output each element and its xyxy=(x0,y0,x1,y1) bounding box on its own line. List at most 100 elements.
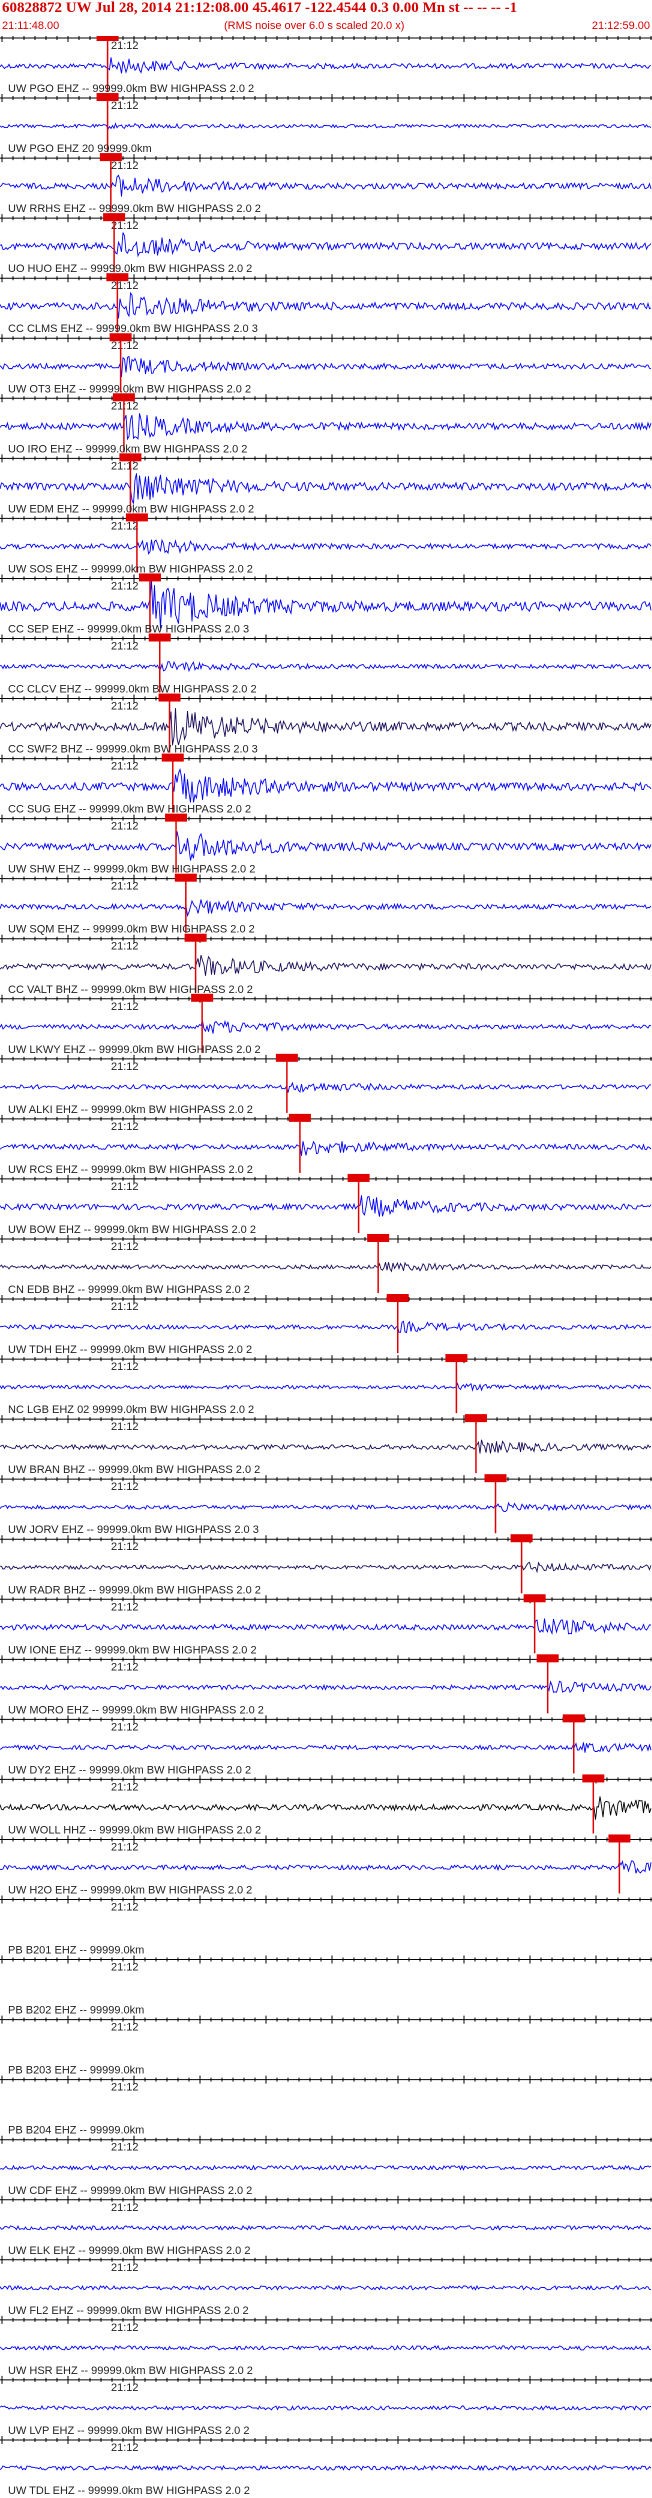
pick-flag xyxy=(288,1113,311,1122)
station-label: UW RADR BHZ -- 99999.0km BW HIGHPASS 2.0… xyxy=(8,1584,261,1596)
trace-row: 21:12 PB B203 EHZ -- 99999.0km xyxy=(0,2015,652,2077)
trace-row: 21:12 CC CLMS EHZ -- 99999.0km BW HIGHPAS… xyxy=(0,273,652,335)
time-mark-label: 21:12 xyxy=(111,1121,139,1133)
pick-flag xyxy=(174,873,197,882)
pick-flag xyxy=(184,933,207,942)
time-mark-label: 21:12 xyxy=(111,881,139,893)
trace-row: 21:12 CC SWF2 BHZ -- 99999.0km BW HIGHPAS… xyxy=(0,693,652,756)
pick-flag xyxy=(347,1173,370,1182)
time-mark-label: 21:12 xyxy=(111,2382,139,2394)
waveform xyxy=(0,2284,652,2291)
waveform xyxy=(0,660,652,673)
time-mark-label: 21:12 xyxy=(111,701,139,713)
time-mark-label: 21:12 xyxy=(111,1721,139,1733)
trace-row: 21:12 UW RRHS EHZ -- 99999.0km BW HIGHPAS… xyxy=(0,153,652,215)
trace-row: 21:12 PB B201 EHZ -- 99999.0km xyxy=(0,1895,652,1957)
trace-row: 21:12 UW TDH EHZ -- 99999.0km BW HIGHPASS… xyxy=(0,1294,652,1356)
waveform xyxy=(0,1501,652,1512)
waveform xyxy=(0,1618,652,1636)
station-label: UW SOS EHZ -- 99999.0km BW HIGHPASS 2.0 … xyxy=(8,563,253,575)
pick-flag xyxy=(523,1594,546,1603)
waveform xyxy=(0,1439,652,1454)
time-mark-label: 21:12 xyxy=(111,640,139,652)
trace-row: 21:12 UW BOW EHZ -- 99999.0km BW HIGHPASS… xyxy=(0,1173,652,1236)
station-label: UW HSR EHZ -- 99999.0km BW HIGHPASS 2.0 … xyxy=(8,2365,253,2377)
time-mark-label: 21:12 xyxy=(111,941,139,953)
station-label: UW PGO EHZ -- 99999.0km BW HIGHPASS 2.0 … xyxy=(8,83,254,95)
station-label: UW ALKI EHZ -- 99999.0km BW HIGHPASS 2.0… xyxy=(8,1104,253,1116)
time-mark-label: 21:12 xyxy=(111,40,139,52)
time-mark-label: 21:12 xyxy=(111,1481,139,1493)
time-mark-label: 21:12 xyxy=(111,2082,139,2094)
station-label: CC SUG EHZ -- 99999.0km BW HIGHPASS 2.0 … xyxy=(8,804,251,816)
waveform xyxy=(0,413,652,441)
station-label: UW SHW EHZ -- 99999.0km BW HIGHPASS 2.0 … xyxy=(8,864,255,876)
trace-row: 21:12 UW LKWY EHZ -- 99999.0km BW HIGHPAS… xyxy=(0,993,652,1056)
station-label: CC CLMS EHZ -- 99999.0km BW HIGHPASS 2.0… xyxy=(8,323,258,335)
waveform xyxy=(0,1860,652,1874)
waveform xyxy=(0,538,652,555)
station-label: PB B203 EHZ -- 99999.0km xyxy=(8,2065,144,2077)
trace-row: 21:12 CC SEP EHZ -- 99999.0km BW HIGHPASS… xyxy=(0,573,652,635)
pick-flag xyxy=(148,633,171,642)
waveform xyxy=(0,899,652,918)
station-label: UW RCS EHZ -- 99999.0km BW HIGHPASS 2.0 … xyxy=(8,1164,253,1176)
station-label: CN EDB BHZ -- 99999.0km BW HIGHPASS 2.0 … xyxy=(8,1284,250,1296)
waveform xyxy=(0,708,652,746)
pick-flag xyxy=(464,1414,487,1423)
time-mark-label: 21:12 xyxy=(111,520,139,532)
pick-flag xyxy=(161,753,184,762)
station-label: CC CLCV EHZ -- 99999.0km BW HIGHPASS 2.0… xyxy=(8,684,257,696)
trace-row: 21:12 CC SUG EHZ -- 99999.0km BW HIGHPASS… xyxy=(0,753,652,816)
station-label: PB B204 EHZ -- 99999.0km xyxy=(8,2125,144,2137)
waveform xyxy=(0,1195,652,1217)
station-label: UW SQM EHZ -- 99999.0km BW HIGHPASS 2.0 … xyxy=(8,924,255,936)
trace-row: 21:12 NC LGB EHZ 02 99999.0km BW HIGHPASS… xyxy=(0,1354,652,1416)
pick-flag xyxy=(510,1534,533,1543)
trace-row: 21:12 UW JORV EHZ -- 99999.0km BW HIGHPAS… xyxy=(0,1474,652,1536)
trace-row: 21:12 UW TDL EHZ -- 99999.0km BW HIGHPASS… xyxy=(0,2435,652,2497)
waveform xyxy=(0,57,652,74)
waveform xyxy=(0,1561,652,1574)
waveform xyxy=(0,1796,652,1820)
station-label: CC SWF2 BHZ -- 99999.0km BW HIGHPASS 2.0… xyxy=(8,744,258,756)
time-mark-label: 21:12 xyxy=(111,1181,139,1193)
end-time: 21:12:59.00 xyxy=(591,20,650,32)
pick-flag xyxy=(103,213,126,222)
pick-flag xyxy=(119,453,142,462)
waveform xyxy=(0,580,652,629)
time-mark-label: 21:12 xyxy=(111,1661,139,1673)
waveform xyxy=(0,291,652,319)
pick-flag xyxy=(96,93,119,102)
rms-note: (RMS noise over 6.0 s scaled 20.0 x) xyxy=(224,20,405,32)
time-mark-label: 21:12 xyxy=(111,160,139,172)
trace-row: 21:12 UW IONE EHZ -- 99999.0km BW HIGHPAS… xyxy=(0,1594,652,1656)
time-mark-label: 21:12 xyxy=(111,2202,139,2214)
waveform xyxy=(0,1320,652,1334)
start-time: 21:11:48.00 xyxy=(2,20,60,32)
waveform xyxy=(0,2224,652,2231)
waveform xyxy=(0,1680,652,1694)
time-mark-label: 21:12 xyxy=(111,1301,139,1313)
time-mark-label: 21:12 xyxy=(111,1001,139,1013)
pick-flag xyxy=(109,333,132,342)
trace-row: 21:12 UW SOS EHZ -- 99999.0km BW HIGHPASS… xyxy=(0,513,652,575)
time-mark-label: 21:12 xyxy=(111,2322,139,2334)
time-mark-label: 21:12 xyxy=(111,460,139,472)
station-label: UW CDF EHZ -- 99999.0km BW HIGHPASS 2.0 … xyxy=(8,2185,252,2197)
trace-row: 21:12 UW ELK EHZ -- 99999.0km BW HIGHPASS… xyxy=(0,2195,652,2257)
event-title: 60828872 UW Jul 28, 2014 21:12:08.00 45.… xyxy=(2,0,518,16)
trace-row: 21:12 UW WOLL HHZ -- 99999.0km BW HIGHPAS… xyxy=(0,1774,652,1836)
pick-flag xyxy=(125,513,148,522)
trace-row: 21:12 UW SQM EHZ -- 99999.0km BW HIGHPASS… xyxy=(0,873,652,936)
trace-row: 21:12 PB B202 EHZ -- 99999.0km xyxy=(0,1955,652,2017)
waveform xyxy=(0,2404,652,2411)
station-label: UW MORO EHZ -- 99999.0km BW HIGHPASS 2.0… xyxy=(8,1704,264,1716)
waveform xyxy=(0,1140,652,1156)
station-label: UW BRAN BHZ -- 99999.0km BW HIGHPASS 2.0… xyxy=(8,1464,260,1476)
pick-flag xyxy=(158,693,181,702)
time-mark-label: 21:12 xyxy=(111,1601,139,1613)
time-mark-label: 21:12 xyxy=(111,761,139,773)
station-label: UW LVP EHZ -- 99999.0km BW HIGHPASS 2.0 … xyxy=(8,2425,249,2437)
waveform xyxy=(0,2344,652,2351)
